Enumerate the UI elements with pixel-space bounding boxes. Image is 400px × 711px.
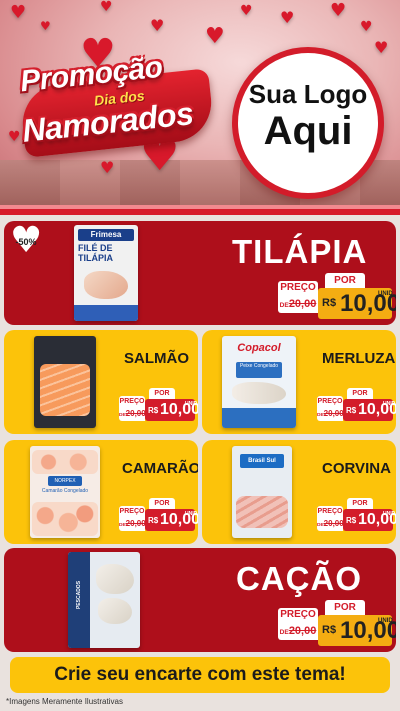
package-label: Camarão Congelado — [41, 488, 89, 494]
old-price: DE20,00 — [119, 517, 146, 531]
logo-placeholder: Sua Logo Aqui — [232, 47, 384, 199]
shrimp-top-image — [32, 450, 98, 474]
package-label: PESCADOS — [76, 580, 82, 610]
new-price: R$ 10,00 UNID — [318, 615, 396, 646]
new-price: R$ 10,00 UNID — [318, 288, 396, 319]
logo-text: Sua Logo — [248, 79, 368, 109]
heart-icon: ♥ — [330, 0, 347, 21]
merluza-package-image: Copacol Peixe Congelado — [222, 336, 296, 428]
package-stripe — [74, 305, 138, 321]
fillet-image — [232, 382, 286, 404]
price-tag: PREÇO POR DE20,00 R$ 10,00 UNID — [278, 273, 396, 319]
product-card-tilapia[interactable]: -50% Frimesa FILÉ DE TILÁPIA TILÁPIA PRE… — [4, 221, 396, 325]
product-card-merluza[interactable]: Copacol Peixe Congelado MERLUZA PREÇO PO… — [202, 330, 396, 434]
price-tag: PREÇO POR DE20,00 R$ 10,00 UNID — [278, 600, 396, 646]
price-label-por: POR — [325, 273, 365, 288]
heart-icon: ♥ — [150, 16, 165, 35]
price-tag: PREÇO POR DE20,00 R$ 10,00 UNID — [317, 388, 396, 422]
brand-label: NORPEX — [48, 476, 82, 486]
fillet-image — [98, 598, 132, 624]
old-price: DE20,00 — [317, 407, 344, 421]
disclaimer: *Imagens Meramente Ilustrativas — [6, 697, 123, 706]
heart-icon: ♥ — [100, 0, 113, 15]
heart-icon: ♥ — [240, 3, 253, 19]
heart-icon: ♥ — [360, 19, 373, 35]
brand-label: Brasil Sul — [240, 454, 284, 468]
tilapia-package-image: Frimesa FILÉ DE TILÁPIA — [74, 225, 138, 321]
cacao-package-image: PESCADOS — [68, 552, 140, 648]
product-name: MERLUZA — [322, 350, 396, 367]
product-name: CAÇÃO — [236, 560, 362, 597]
product-card-corvina[interactable]: Brasil Sul CORVINA PREÇO POR DE20,00 R$ … — [202, 440, 396, 544]
heart-icon: ♥ — [205, 24, 225, 49]
price-label-preco: PREÇO — [317, 396, 343, 407]
new-price: R$ 10,00 UNID — [343, 509, 396, 531]
salmao-package-image — [34, 336, 96, 428]
cta-banner[interactable]: Crie seu encarte com este tema! — [10, 657, 390, 693]
brand-label: Frimesa — [78, 229, 134, 241]
fillet-image — [236, 496, 288, 528]
logo-text-aqui: Aqui — [263, 109, 353, 153]
price-tag: PREÇO POR DE20,00 R$ 10,00 UNID — [317, 498, 396, 532]
price-tag: PREÇO POR DE20,00 R$ 10,00 UNID — [119, 498, 198, 532]
old-price: DE20,00 — [278, 295, 318, 313]
old-price: DE20,00 — [119, 407, 146, 421]
new-price: R$ 10,00 UNID — [145, 509, 198, 531]
heart-icon: ♥ — [100, 158, 115, 177]
product-name: CAMARÃO — [122, 460, 198, 477]
product-name: CORVINA — [322, 460, 391, 477]
header-banner: ♥ ♥ ♥ ♥ ♥ ♥ ♥ ♥ ♥ ♥ ♥ ♥ ♥ ♥ ♥ ♥ Promoção… — [0, 0, 400, 208]
heart-icon: ♥ — [280, 8, 295, 27]
old-price: DE20,00 — [278, 622, 318, 640]
price-label-preco: PREÇO — [119, 506, 145, 517]
camarao-package-image: NORPEX Camarão Congelado — [30, 446, 100, 538]
package-wave — [222, 408, 296, 428]
price-label-preco: PREÇO — [317, 506, 343, 517]
salmon-fillet-image — [40, 364, 90, 416]
fillet-image — [96, 564, 134, 594]
price-label-preco: PREÇO — [278, 608, 318, 622]
package-label: Peixe Congelado — [236, 362, 282, 378]
heart-icon: ♥ — [10, 2, 27, 23]
new-price: R$ 10,00 UNID — [343, 399, 396, 421]
price-tag: PREÇO POR DE20,00 R$ 10,00 UNID — [119, 388, 198, 422]
old-price: DE20,00 — [317, 517, 344, 531]
fillet-image — [84, 271, 128, 299]
price-label-por: POR — [149, 388, 175, 399]
discount-badge: -50% — [10, 221, 42, 261]
product-name: TILÁPIA — [232, 233, 368, 270]
price-label-por: POR — [347, 498, 373, 509]
product-card-salmao[interactable]: SALMÃO PREÇO POR DE20,00 R$ 10,00 UNID — [4, 330, 198, 434]
heart-icon: ♥ — [374, 38, 389, 57]
price-label-por: POR — [325, 600, 365, 615]
product-card-cacao[interactable]: PESCADOS CAÇÃO PREÇO POR DE20,00 R$ 10,0… — [4, 548, 396, 652]
price-label-por: POR — [347, 388, 373, 399]
brand-label: Copacol — [237, 342, 281, 354]
heart-icon: ♥ — [40, 19, 51, 33]
shrimp-image — [32, 502, 98, 536]
product-card-camarao[interactable]: NORPEX Camarão Congelado CAMARÃO PREÇO P… — [4, 440, 198, 544]
price-label-por: POR — [149, 498, 175, 509]
package-label: FILÉ DE TILÁPIA — [78, 243, 113, 263]
promo-title-badge: Promoção Dia dos Namorados — [10, 48, 216, 158]
corvina-package-image: Brasil Sul — [232, 446, 292, 538]
new-price: R$ 10,00 UNID — [145, 399, 198, 421]
price-label-preco: PREÇO — [119, 396, 145, 407]
header-divider — [0, 205, 400, 215]
price-label-preco: PREÇO — [278, 281, 318, 295]
product-name: SALMÃO — [124, 350, 189, 367]
